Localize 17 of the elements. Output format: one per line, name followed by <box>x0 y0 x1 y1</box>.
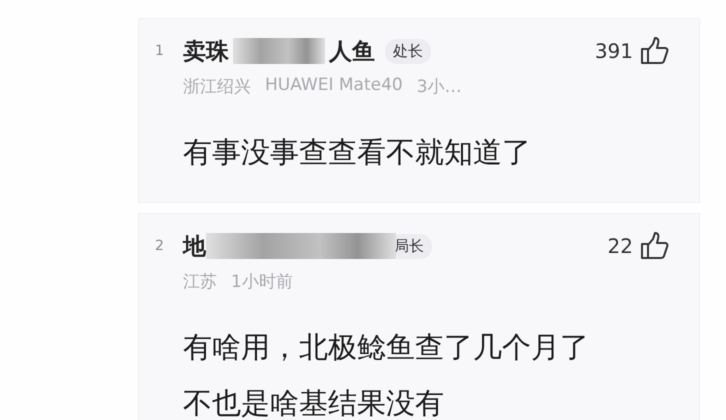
comment-rank: 2 <box>155 238 165 254</box>
comment-meta: HUAWEI Mate40 <box>265 75 403 97</box>
comment-meta: 1小时前 <box>231 271 293 293</box>
thumbs-up-icon[interactable] <box>639 231 669 261</box>
comment-text: 有事没事查查看不就知道了 <box>183 134 532 171</box>
rank-badge: 处长 <box>385 38 431 64</box>
comment-text: 有啥用，北极鲶鱼查了几个月了不也是啥基结果没有 <box>183 329 590 420</box>
like-count: 22 <box>608 234 633 258</box>
username: 人鱼 <box>329 38 375 66</box>
thumbs-up-icon[interactable] <box>639 36 669 66</box>
comment-meta: 江苏 <box>183 271 217 293</box>
comment-meta: 浙江绍兴 <box>183 76 251 98</box>
username: 卖珠 <box>183 38 229 66</box>
username: 地 <box>183 232 206 262</box>
comment-rank: 1 <box>155 43 165 59</box>
like-count: 391 <box>594 39 633 63</box>
comment-meta: 3小… <box>416 76 462 98</box>
